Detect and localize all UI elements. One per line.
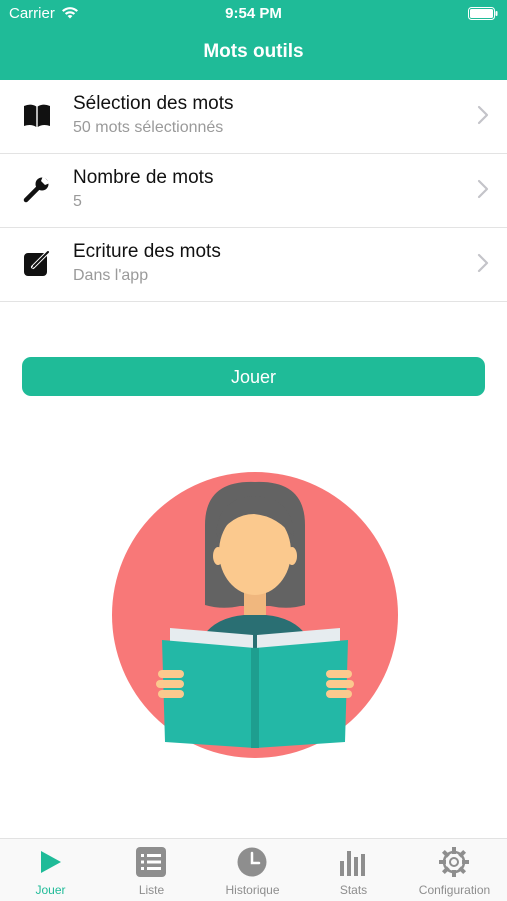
list-icon [136,847,166,877]
edit-icon [24,251,49,276]
tab-label: Stats [339,883,368,897]
tab-history[interactable]: Historique [202,839,303,901]
chevron-right-icon [477,253,489,273]
chevron-right-icon [477,105,489,125]
setting-title: Ecriture des mots [73,241,221,262]
setting-row-word-selection[interactable]: Sélection des mots 50 mots sélectionnés [0,80,507,154]
page-title: Mots outils [203,41,304,62]
setting-title: Sélection des mots [73,93,234,114]
play-icon [41,851,61,873]
battery-icon [468,7,498,20]
gear-icon [439,847,469,877]
play-button[interactable]: Jouer [22,357,485,396]
tab-play[interactable]: Jouer [0,839,101,901]
tab-list[interactable]: Liste [101,839,202,901]
tab-configuration[interactable]: Configuration [404,839,505,901]
status-bar: Carrier 9:54 PM [0,0,507,28]
setting-subtitle: 5 [73,193,82,210]
setting-row-word-writing[interactable]: Ecriture des mots Dans l'app [0,228,507,302]
settings-list: Sélection des mots 50 mots sélectionnés … [0,80,507,302]
app-header: Carrier 9:54 PM Mots outils [0,0,507,80]
bar-chart-icon [340,851,365,876]
wrench-icon [23,176,50,203]
book-icon [24,104,50,127]
setting-subtitle: 50 mots sélectionnés [73,119,224,136]
tab-label: Liste [138,883,165,897]
tab-label: Historique [225,883,280,897]
status-time: 9:54 PM [225,5,282,22]
setting-subtitle: Dans l'app [73,267,149,284]
chevron-right-icon [477,179,489,199]
setting-title: Nombre de mots [73,167,214,188]
tab-label: Configuration [418,883,491,897]
setting-row-word-count[interactable]: Nombre de mots 5 [0,154,507,228]
reading-woman-illustration [112,472,398,758]
tab-stats[interactable]: Stats [303,839,404,901]
tab-bar: Jouer Liste Historique Stats Configurati… [0,838,507,901]
tab-label: Jouer [35,883,66,897]
clock-icon [237,847,267,877]
